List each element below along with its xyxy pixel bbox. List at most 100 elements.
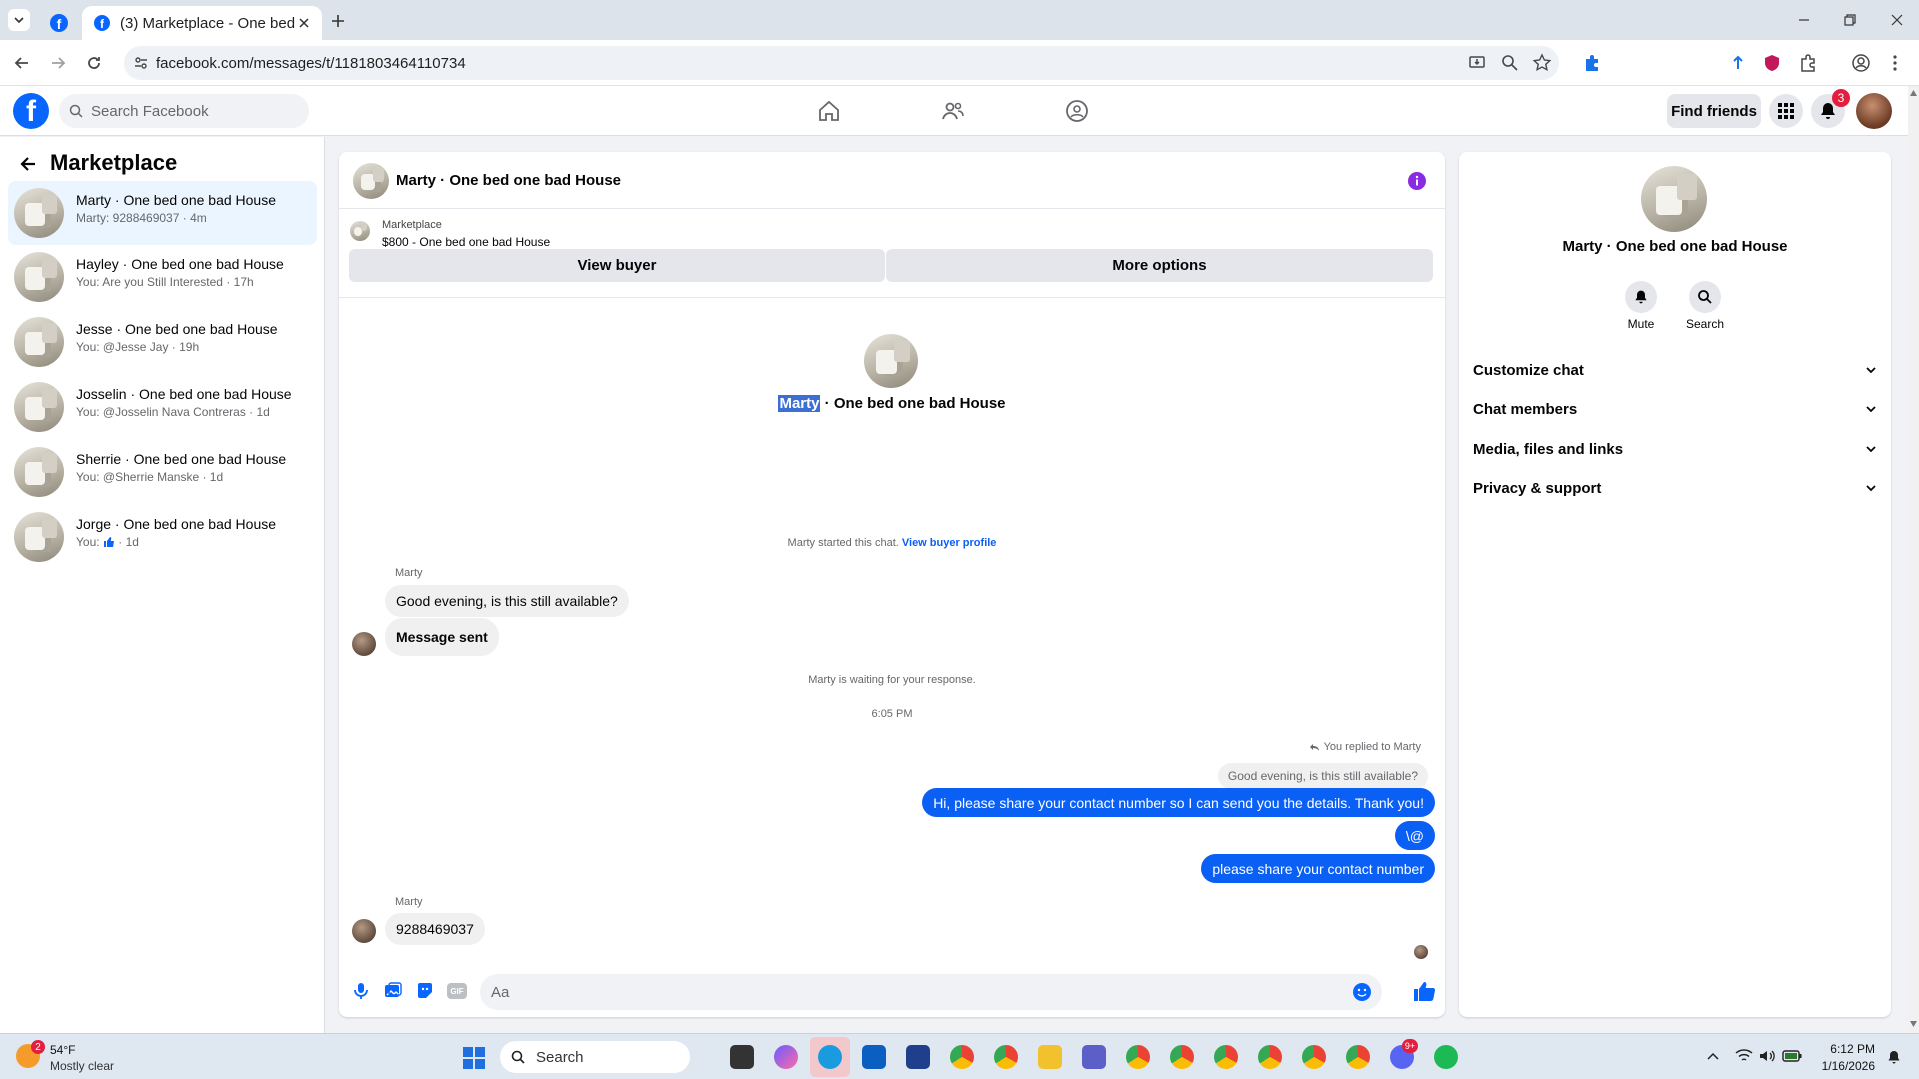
- conversation-item-marty[interactable]: Marty · One bed one bad House Marty: 928…: [8, 181, 317, 245]
- spotify-icon[interactable]: [1434, 1045, 1458, 1069]
- teams-icon[interactable]: [1082, 1045, 1106, 1069]
- sticker-icon[interactable]: [415, 981, 435, 1001]
- extension-arrow-icon[interactable]: [1728, 53, 1748, 73]
- scroll-down-icon[interactable]: [1910, 1021, 1917, 1027]
- tab-search-button[interactable]: [8, 9, 30, 31]
- menu-button[interactable]: [1769, 94, 1803, 128]
- intro-avatar[interactable]: [864, 334, 918, 388]
- copilot-icon[interactable]: [774, 1045, 798, 1069]
- back-icon[interactable]: [12, 53, 32, 73]
- message-bubble-outgoing[interactable]: please share your contact number: [1201, 854, 1435, 883]
- photo-icon[interactable]: [383, 981, 403, 1001]
- taskbar-search[interactable]: Search: [500, 1041, 690, 1073]
- account-avatar[interactable]: [1856, 93, 1892, 129]
- battery-icon[interactable]: [1782, 1049, 1802, 1063]
- search-in-chat-button[interactable]: Search: [1675, 281, 1735, 331]
- message-bubble-incoming[interactable]: Good evening, is this still available?: [385, 585, 629, 617]
- chrome-icon[interactable]: [1302, 1045, 1326, 1069]
- view-buyer-profile-link[interactable]: View buyer profile: [902, 537, 997, 549]
- chrome-icon[interactable]: [1258, 1045, 1282, 1069]
- zoom-icon[interactable]: [1500, 53, 1520, 73]
- customize-chat-section[interactable]: Customize chat: [1473, 352, 1877, 388]
- extension-shield-icon[interactable]: [1762, 53, 1782, 73]
- chrome-icon[interactable]: [1170, 1045, 1194, 1069]
- message-input[interactable]: Aa: [480, 974, 1382, 1010]
- minimize-icon[interactable]: [1797, 13, 1811, 27]
- clock-date[interactable]: 1/16/2026: [1805, 1059, 1875, 1073]
- restore-icon[interactable]: [1843, 13, 1857, 27]
- home-icon[interactable]: [817, 99, 841, 123]
- friends-icon[interactable]: [941, 99, 965, 123]
- microphone-icon[interactable]: [351, 981, 371, 1001]
- profile-icon[interactable]: [1851, 53, 1871, 73]
- extensions-puzzle-icon[interactable]: [1798, 53, 1818, 73]
- media-files-links-section[interactable]: Media, files and links: [1473, 431, 1877, 467]
- gif-icon[interactable]: GIF: [447, 983, 467, 999]
- scroll-up-icon[interactable]: [1910, 90, 1917, 96]
- weather-desc[interactable]: Mostly clear: [50, 1059, 114, 1073]
- search-input[interactable]: Search Facebook: [59, 94, 309, 128]
- listing-title[interactable]: $800 - One bed one bad House: [382, 235, 550, 249]
- install-app-icon[interactable]: [1467, 53, 1487, 73]
- message-bubble-outgoing[interactable]: \@: [1394, 821, 1435, 850]
- chevron-up-icon[interactable]: [1707, 1051, 1719, 1061]
- back-arrow-icon[interactable]: [18, 154, 38, 174]
- wifi-icon[interactable]: [1735, 1048, 1753, 1064]
- chrome-icon[interactable]: [1214, 1045, 1238, 1069]
- groups-icon[interactable]: [1065, 99, 1089, 123]
- facebook-logo-icon[interactable]: f: [13, 93, 49, 129]
- conversation-item-jorge[interactable]: Jorge · One bed one bad House You: · 1d: [8, 505, 317, 569]
- thumbs-up-send-icon[interactable]: [1413, 980, 1435, 1002]
- conversation-item-jesse[interactable]: Jesse · One bed one bad House You: @Jess…: [8, 310, 317, 374]
- conversation-item-sherrie[interactable]: Sherrie · One bed one bad House You: @Sh…: [8, 440, 317, 504]
- message-bubble-outgoing[interactable]: Hi, please share your contact number so …: [922, 788, 1435, 817]
- clock-time[interactable]: 6:12 PM: [1805, 1042, 1875, 1056]
- mute-button[interactable]: Mute: [1611, 281, 1671, 331]
- window-close-icon[interactable]: [1890, 13, 1904, 27]
- pinned-tab-facebook[interactable]: f: [40, 6, 78, 40]
- edge-icon[interactable]: [818, 1045, 842, 1069]
- info-icon[interactable]: [1407, 171, 1427, 191]
- more-options-button[interactable]: More options: [886, 249, 1433, 282]
- store-icon[interactable]: [906, 1045, 930, 1069]
- chrome-icon[interactable]: [1126, 1045, 1150, 1069]
- find-friends-button[interactable]: Find friends: [1667, 94, 1761, 128]
- chrome-icon[interactable]: [1346, 1045, 1370, 1069]
- view-buyer-button[interactable]: View buyer: [349, 249, 885, 282]
- close-icon[interactable]: [298, 17, 310, 29]
- chat-avatar[interactable]: [353, 163, 389, 199]
- privacy-support-section[interactable]: Privacy & support: [1473, 470, 1877, 506]
- address-bar[interactable]: facebook.com/messages/t/1181803464110734: [124, 46, 1559, 80]
- emoji-icon[interactable]: [1352, 982, 1372, 1002]
- chat-title[interactable]: Marty · One bed one bad House: [396, 172, 621, 189]
- forward-icon[interactable]: [48, 53, 68, 73]
- reload-icon[interactable]: [84, 53, 104, 73]
- notification-center-icon[interactable]: [1886, 1049, 1902, 1065]
- more-vertical-icon[interactable]: [1885, 53, 1905, 73]
- conversation-item-josselin[interactable]: Josselin · One bed one bad House You: @J…: [8, 375, 317, 439]
- extension-puzzle-blue-icon[interactable]: [1582, 53, 1602, 73]
- bookmark-star-icon[interactable]: [1532, 53, 1552, 73]
- page-scrollbar[interactable]: [1908, 86, 1919, 1033]
- file-explorer-icon[interactable]: [1038, 1045, 1062, 1069]
- conversation-name: Josselin · One bed one bad House: [76, 386, 292, 402]
- info-avatar[interactable]: [1641, 166, 1707, 232]
- tab-active[interactable]: f (3) Marketplace - One bed one: [82, 6, 322, 40]
- windows-start-icon[interactable]: [462, 1046, 486, 1070]
- sender-avatar[interactable]: [352, 632, 376, 656]
- listing-thumbnail[interactable]: [350, 221, 370, 241]
- volume-icon[interactable]: [1758, 1048, 1776, 1064]
- chrome-icon[interactable]: [950, 1045, 974, 1069]
- chrome-icon[interactable]: [994, 1045, 1018, 1069]
- weather-temp[interactable]: 54°F: [50, 1043, 75, 1057]
- quoted-message[interactable]: Good evening, is this still available?: [1217, 763, 1428, 789]
- site-settings-icon[interactable]: [133, 55, 149, 71]
- message-bubble-incoming[interactable]: Message sent: [385, 618, 499, 656]
- sender-avatar[interactable]: [352, 919, 376, 943]
- chat-members-section[interactable]: Chat members: [1473, 391, 1877, 427]
- message-bubble-incoming[interactable]: 9288469037: [385, 913, 485, 945]
- outlook-icon[interactable]: [862, 1045, 886, 1069]
- conversation-item-hayley[interactable]: Hayley · One bed one bad House You: Are …: [8, 245, 317, 309]
- task-view-icon[interactable]: [730, 1045, 754, 1069]
- new-tab-icon[interactable]: [330, 13, 346, 29]
